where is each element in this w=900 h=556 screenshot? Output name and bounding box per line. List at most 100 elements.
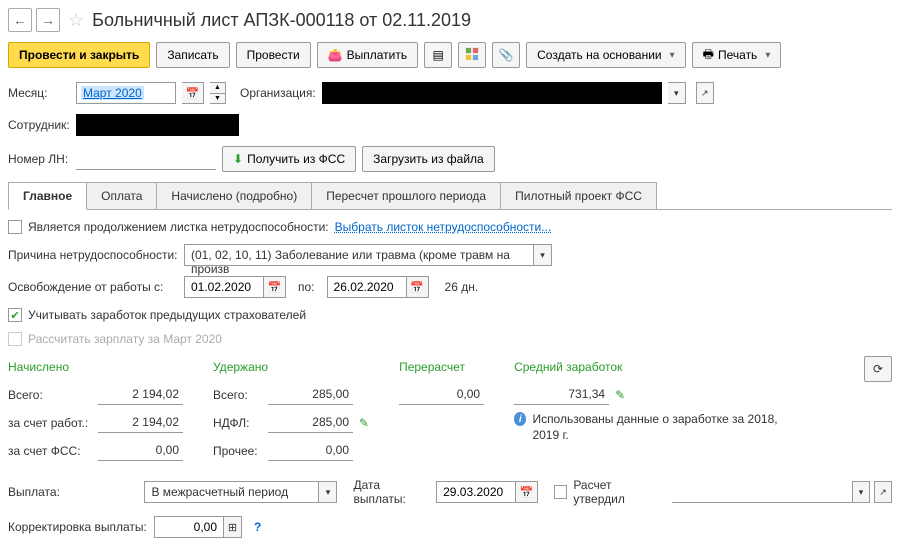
refresh-icon: ⟳: [873, 362, 883, 376]
org-field[interactable]: [322, 82, 662, 104]
recalc-salary-checkbox: [8, 332, 22, 346]
recalc-value: 0,00: [399, 385, 484, 405]
ln-number-input[interactable]: [76, 148, 216, 170]
select-sheet-link[interactable]: Выбрать листок нетрудоспособности...: [335, 220, 552, 234]
withheld-header: Удержано: [213, 360, 268, 374]
payout-mode-dropdown[interactable]: ▾: [319, 481, 337, 503]
ndfl-edit-icon[interactable]: ✎: [359, 416, 369, 430]
reason-label: Причина нетрудоспособности:: [8, 248, 178, 262]
other-value: 0,00: [268, 441, 353, 461]
total-label: Всего:: [8, 388, 98, 402]
pay-button[interactable]: 👛 Выплатить: [317, 42, 418, 68]
correction-expand-button[interactable]: ⊞: [224, 516, 242, 538]
correction-help-icon[interactable]: ?: [254, 520, 261, 534]
nav-forward-button[interactable]: →: [36, 8, 60, 32]
fss-label: за счет ФСС:: [8, 444, 98, 458]
tab-recalc[interactable]: Пересчет прошлого периода: [311, 182, 501, 209]
ln-label: Номер ЛН:: [8, 152, 70, 166]
download-icon: ⬇: [233, 152, 243, 166]
paperclip-icon: 📎: [499, 48, 514, 62]
printer-icon: 🖶: [703, 45, 714, 66]
ndfl-label: НДФЛ:: [213, 416, 268, 430]
date-to-calendar[interactable]: 📅: [407, 276, 429, 298]
attach-button[interactable]: 📎: [492, 42, 520, 68]
wallet-icon: 👛: [328, 48, 343, 62]
avg-header: Средний заработок: [514, 360, 622, 374]
approver-input[interactable]: [672, 481, 852, 503]
nav-back-button[interactable]: ←: [8, 8, 32, 32]
org-open-button[interactable]: ↗: [696, 82, 714, 104]
payout-date-calendar[interactable]: 📅: [516, 481, 538, 503]
spinner-down[interactable]: ▼: [210, 94, 225, 104]
tab-pilot[interactable]: Пилотный проект ФСС: [500, 182, 657, 209]
payout-date-input[interactable]: [436, 481, 516, 503]
print-button[interactable]: 🖶 Печать: [692, 42, 782, 68]
info-text: Использованы данные о заработке за 2018,…: [532, 412, 784, 443]
page-title: Больничный лист АПЗК-000118 от 02.11.201…: [92, 10, 471, 31]
document-icon-button[interactable]: ▤: [424, 42, 452, 68]
month-calendar-button[interactable]: 📅: [182, 82, 204, 104]
approved-checkbox[interactable]: [554, 485, 567, 499]
document-icon: ▤: [432, 48, 443, 62]
withheld-total: 285,00: [268, 385, 353, 405]
release-from-label: Освобождение от работы с:: [8, 280, 178, 294]
calendar-icon: 📅: [186, 87, 200, 100]
ndfl-value: 285,00: [268, 413, 353, 433]
date-from-input[interactable]: [184, 276, 264, 298]
favorite-star-icon[interactable]: ☆: [68, 10, 84, 31]
correction-input[interactable]: [154, 516, 224, 538]
prev-earnings-label: Учитывать заработок предыдущих страховат…: [28, 308, 306, 322]
info-icon: i: [514, 412, 526, 426]
continuation-label: Является продолжением листка нетрудоспос…: [28, 220, 329, 234]
avg-edit-icon[interactable]: ✎: [615, 388, 625, 402]
prev-earnings-checkbox[interactable]: ✔: [8, 308, 22, 322]
create-based-button[interactable]: Создать на основании: [526, 42, 686, 68]
report-icon-button[interactable]: [458, 42, 486, 68]
reason-dropdown-button[interactable]: ▾: [534, 244, 552, 266]
save-button[interactable]: Записать: [156, 42, 229, 68]
calendar-icon: 📅: [268, 281, 282, 294]
month-input[interactable]: Март 2020: [76, 82, 176, 104]
other-label: Прочее:: [213, 444, 268, 458]
refresh-button[interactable]: ⟳: [864, 356, 892, 382]
payout-label: Выплата:: [8, 485, 138, 499]
accrued-header: Начислено: [8, 360, 69, 374]
calendar-icon: 📅: [520, 486, 534, 499]
to-label: по:: [298, 280, 315, 294]
month-label: Месяц:: [8, 86, 70, 100]
approved-label: Расчет утвердил: [573, 478, 660, 506]
accrued-employer: 2 194,02: [98, 413, 183, 433]
days-count: 26 дн.: [445, 280, 479, 294]
avg-value: 731,34: [514, 385, 609, 405]
accrued-total: 2 194,02: [98, 385, 183, 405]
org-label: Организация:: [240, 86, 316, 100]
submit-close-button[interactable]: Провести и закрыть: [8, 42, 150, 68]
accrued-fss: 0,00: [98, 441, 183, 461]
employer-label: за счет работ.:: [8, 416, 98, 430]
continuation-checkbox[interactable]: [8, 220, 22, 234]
date-to-input[interactable]: [327, 276, 407, 298]
submit-button[interactable]: Провести: [236, 42, 311, 68]
org-dropdown-button[interactable]: ▾: [668, 82, 686, 104]
tab-main[interactable]: Главное: [8, 182, 87, 210]
month-spinner[interactable]: ▲ ▼: [210, 82, 226, 104]
report-icon: [465, 47, 479, 64]
payout-mode-select[interactable]: В межрасчетный период: [144, 481, 319, 503]
withheld-total-label: Всего:: [213, 388, 268, 402]
spinner-up[interactable]: ▲: [210, 83, 225, 94]
reason-select[interactable]: (01, 02, 10, 11) Заболевание или травма …: [184, 244, 534, 266]
load-file-button[interactable]: Загрузить из файла: [362, 146, 495, 172]
tab-detail[interactable]: Начислено (подробно): [156, 182, 312, 209]
employee-label: Сотрудник:: [8, 118, 70, 132]
get-fss-button[interactable]: ⬇ Получить из ФСС: [222, 146, 356, 172]
employee-field[interactable]: [76, 114, 239, 136]
recalc-salary-label: Рассчитать зарплату за Март 2020: [28, 332, 222, 346]
approver-open[interactable]: ↗: [874, 481, 892, 503]
calendar-icon: 📅: [410, 281, 424, 294]
payout-date-label: Дата выплаты:: [353, 478, 430, 506]
correction-label: Корректировка выплаты:: [8, 520, 148, 534]
tab-payment[interactable]: Оплата: [86, 182, 157, 209]
date-from-calendar[interactable]: 📅: [264, 276, 286, 298]
approver-dropdown[interactable]: ▾: [852, 481, 870, 503]
recalc-header: Перерасчет: [399, 360, 465, 374]
